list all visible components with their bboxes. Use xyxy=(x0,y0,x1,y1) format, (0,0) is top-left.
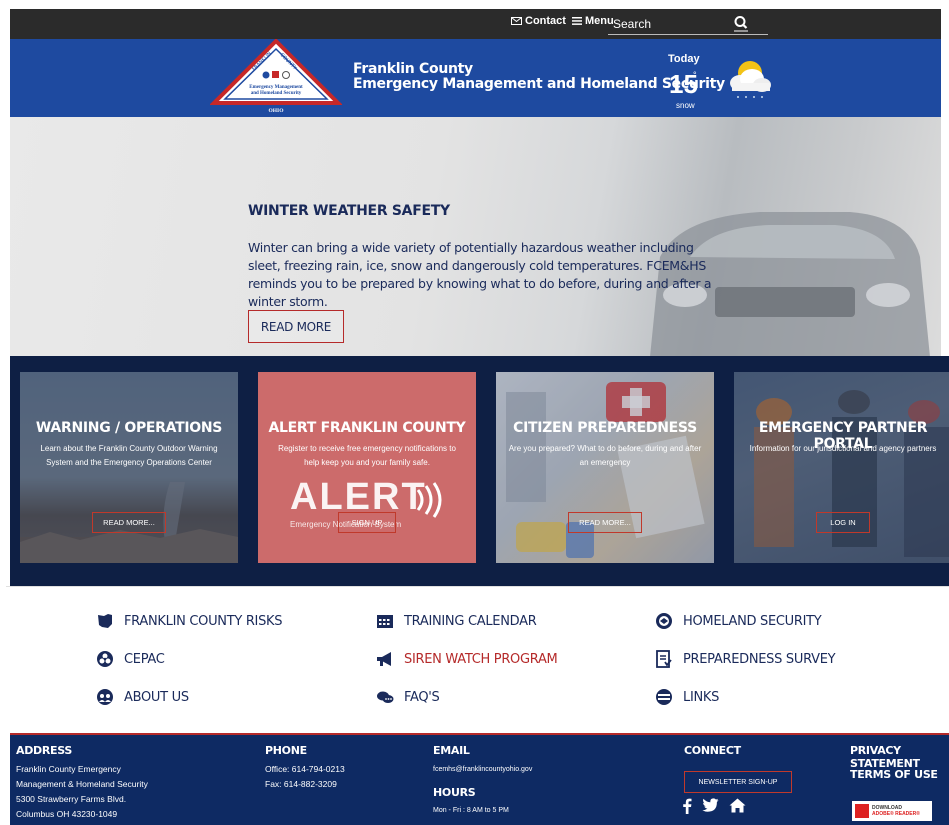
phone-block: Office: 614-794-0213 Fax: 614-882-3209 xyxy=(265,762,345,792)
hamburger-icon xyxy=(572,17,582,25)
email-link[interactable]: fcemhs@franklincountyohio.gov xyxy=(433,762,532,777)
card-warning-operations[interactable]: WARNING / OPERATIONS Learn about the Fra… xyxy=(20,372,238,563)
partner-log-in-button[interactable]: LOG IN xyxy=(816,512,870,533)
link-about-us[interactable]: ABOUT US xyxy=(96,688,189,706)
contact-label: Contact xyxy=(525,15,566,27)
phone-heading: PHONE xyxy=(265,744,307,757)
link-label: SIREN WATCH PROGRAM xyxy=(404,651,558,667)
link-label: HOMELAND SECURITY xyxy=(683,613,822,629)
weather-degree: ° xyxy=(693,70,697,80)
card-description: Are you prepared? What to do before, dur… xyxy=(508,444,702,467)
link-label: FRANKLIN COUNTY RISKS xyxy=(124,613,283,629)
megaphone-icon xyxy=(377,652,391,666)
link-links[interactable]: LINKS xyxy=(655,688,719,706)
site-footer: ADDRESS Franklin County Emergency Manage… xyxy=(10,733,949,825)
connect-heading: CONNECT xyxy=(684,744,741,757)
logo-line2: and Homeland Security xyxy=(251,91,302,96)
link-label: TRAINING CALENDAR xyxy=(404,613,537,629)
home-icon[interactable] xyxy=(729,798,746,813)
link-homeland-security[interactable]: HOMELAND SECURITY xyxy=(655,612,822,630)
chat-icon xyxy=(377,691,394,703)
search-input[interactable]: Search xyxy=(613,17,651,31)
warning-read-more-button[interactable]: READ MORE... xyxy=(92,512,166,533)
menu-button[interactable]: Menu xyxy=(572,15,614,27)
alert-sign-up-button[interactable]: SIGN UP xyxy=(338,512,396,533)
address-block: Franklin County Emergency Management & H… xyxy=(16,762,148,822)
address-line: Columbus OH 43230-1049 xyxy=(16,809,118,819)
hours-heading: HOURS xyxy=(433,786,476,799)
link-cepac[interactable]: CEPAC xyxy=(96,650,165,668)
card-description: Information for our jurisdictional and a… xyxy=(749,444,937,453)
twitter-icon[interactable] xyxy=(702,798,719,813)
adobe-reader-badge[interactable]: DOWNLOAD ADOBE® READER® xyxy=(852,801,932,821)
link-label: PREPAREDNESS SURVEY xyxy=(683,651,836,667)
card-citizen-preparedness[interactable]: CITIZEN PREPAREDNESS Are you prepared? W… xyxy=(496,372,714,563)
link-siren-watch-program[interactable]: SIREN WATCH PROGRAM xyxy=(376,650,558,668)
link-label: LINKS xyxy=(683,689,720,705)
link-franklin-county-risks[interactable]: FRANKLIN COUNTY RISKS xyxy=(96,612,283,630)
envelope-icon xyxy=(511,17,522,25)
link-label: FAQ'S xyxy=(404,689,440,705)
terms-of-use-link[interactable]: TERMS OF USE xyxy=(850,768,938,781)
seal-icon xyxy=(656,613,672,629)
address-heading: ADDRESS xyxy=(16,744,73,757)
pdf-icon xyxy=(855,804,869,818)
card-overlay xyxy=(734,372,949,563)
link-label: ABOUT US xyxy=(124,689,189,705)
facebook-icon[interactable] xyxy=(682,798,692,814)
biohazard-icon xyxy=(97,651,113,667)
calendar-icon xyxy=(377,615,393,628)
card-emergency-partner-portal[interactable]: EMERGENCY PARTNER PORTAL Information for… xyxy=(734,372,949,563)
group-icon xyxy=(97,689,113,705)
address-line: 5300 Strawberry Farms Blvd. xyxy=(16,794,127,804)
address-line: Management & Homeland Security xyxy=(16,779,148,789)
social-links xyxy=(682,798,746,814)
privacy-statement-link[interactable]: PRIVACY STATEMENT xyxy=(850,744,949,770)
contact-link[interactable]: Contact xyxy=(511,15,566,27)
address-line: Franklin County Emergency xyxy=(16,764,121,774)
card-title: ALERT FRANKLIN COUNTY xyxy=(268,420,466,436)
card-description: Learn about the Franklin County Outdoor … xyxy=(40,444,218,467)
hero-text: Winter can bring a wide variety of poten… xyxy=(248,240,712,309)
card-title: WARNING / OPERATIONS xyxy=(35,420,223,436)
card-alert-franklin-county[interactable]: ALERT Emergency Notification System ALER… xyxy=(258,372,476,563)
read-more-button[interactable]: READ MORE xyxy=(248,310,344,343)
snow-cloud-icon xyxy=(730,61,771,98)
top-utility-bar: Contact Menu Search xyxy=(10,9,941,39)
email-heading: EMAIL xyxy=(433,744,470,757)
link-faqs[interactable]: FAQ'S xyxy=(376,688,440,706)
site-header: FRANKLIN COUNTY Emergency Management and… xyxy=(10,39,941,117)
feature-cards: WARNING / OPERATIONS Learn about the Fra… xyxy=(10,356,949,586)
link-preparedness-survey[interactable]: PREPAREDNESS SURVEY xyxy=(655,650,836,668)
search-underline xyxy=(608,34,768,35)
menu-label: Menu xyxy=(585,15,614,27)
office-phone[interactable]: Office: 614-794-0213 xyxy=(265,762,345,777)
hero-title: WINTER WEATHER SAFETY xyxy=(248,203,450,219)
globe-icon xyxy=(656,689,672,705)
link-label: CEPAC xyxy=(124,651,165,667)
ohio-map-icon xyxy=(98,614,112,628)
survey-icon xyxy=(656,650,672,668)
adobe-line2: ADOBE® READER® xyxy=(872,811,920,817)
hero-banner: WINTER WEATHER SAFETY Winter can bring a… xyxy=(10,117,941,356)
link-training-calendar[interactable]: TRAINING CALENDAR xyxy=(376,612,537,630)
newsletter-signup-button[interactable]: NEWSLETTER SIGN-UP xyxy=(684,771,792,793)
search-icon[interactable] xyxy=(732,14,750,32)
logo-line1: Emergency Management xyxy=(249,85,303,90)
card-title: CITIZEN PREPAREDNESS xyxy=(513,420,697,436)
broadcast-icon xyxy=(416,482,442,518)
section-divider xyxy=(6,586,949,587)
logo-ohio: OHIO xyxy=(269,108,285,114)
weather-condition: snow xyxy=(676,101,695,110)
fax-number: Fax: 614-882-3209 xyxy=(265,779,337,789)
county-logo[interactable]: FRANKLIN COUNTY Emergency Management and… xyxy=(210,39,342,115)
citizen-read-more-button[interactable]: READ MORE... xyxy=(568,512,642,533)
weather-today-label: Today xyxy=(668,53,700,65)
adobe-badge-text: DOWNLOAD ADOBE® READER® xyxy=(872,805,920,817)
hours-text: Mon - Fri : 8 AM to 5 PM xyxy=(433,807,509,814)
card-description: Register to receive free emergency notif… xyxy=(278,444,456,467)
